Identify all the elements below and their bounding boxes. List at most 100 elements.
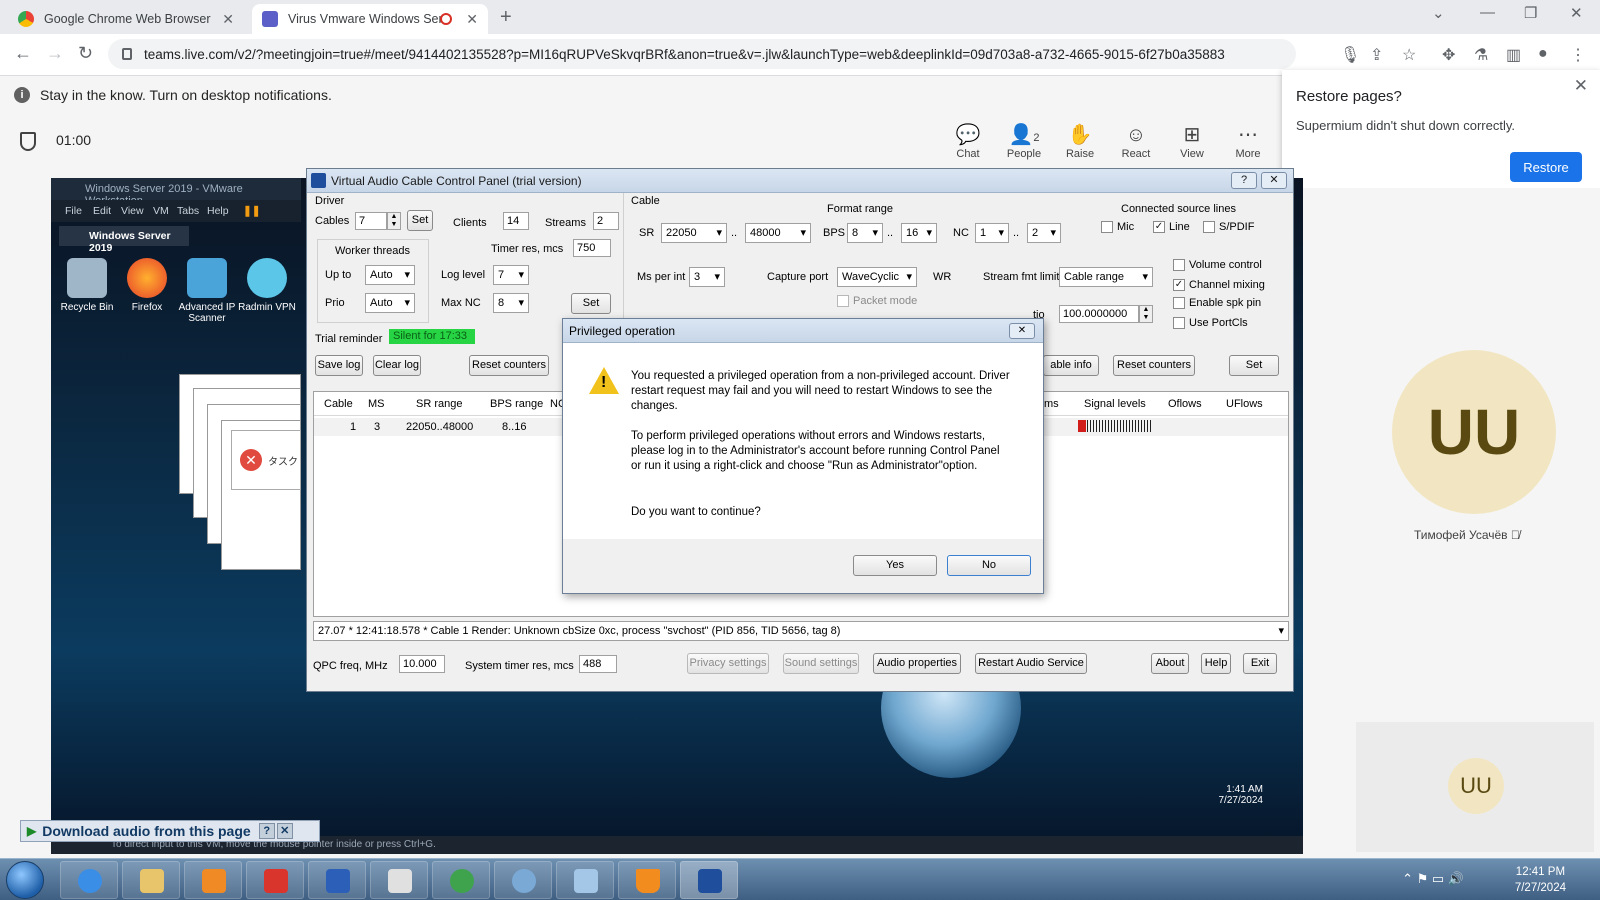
share-icon[interactable]: ⇪ [1370,45,1383,65]
capture-port-select[interactable]: WaveCyclic [837,267,917,287]
people-button[interactable]: 👤2 People [998,122,1050,160]
side-panel-icon[interactable]: ▥ [1506,45,1521,65]
nc-max-select[interactable]: 2 [1027,223,1061,243]
chat-button[interactable]: 💬 Chat [942,122,994,160]
start-button[interactable] [6,861,44,899]
host-clock[interactable]: 12:41 PM 7/27/2024 [1515,864,1566,896]
bookmark-star-icon[interactable]: ☆ [1402,45,1416,65]
log-line-select[interactable]: 27.07 * 12:41:18.578 * Cable 1 Render: U… [313,621,1289,641]
audio-properties-button[interactable]: Audio properties [873,653,961,674]
taskbar-app-box[interactable] [370,861,428,899]
taskbar-explorer[interactable] [122,861,180,899]
reload-icon[interactable]: ↻ [78,43,93,64]
col-oflows[interactable]: Oflows [1168,398,1202,410]
taskbar-ie[interactable] [60,861,118,899]
system-tray[interactable]: ⌃ ⚑ ▭ 🔊 [1402,871,1464,887]
nc-min-select[interactable]: 1 [975,223,1009,243]
driver-set-button[interactable]: Set [571,293,611,314]
taskbar-app-globe[interactable] [432,861,490,899]
privacy-settings-button[interactable]: Privacy settings [687,653,769,674]
col-signal-levels[interactable]: Signal levels [1084,398,1146,410]
help-icon[interactable]: ? [1231,172,1257,189]
vm-tab[interactable]: Windows Server 2019 [59,226,189,254]
sr-min-select[interactable]: 22050 [661,223,727,243]
max-nc-select[interactable]: 8 [493,293,529,313]
cable-info-button[interactable]: able info [1043,355,1099,376]
close-tab-icon[interactable]: ✕ [222,11,234,28]
ms-per-int-select[interactable]: 3 [689,267,725,287]
react-button[interactable]: ☺ React [1110,122,1162,160]
taskbar-media[interactable] [184,861,242,899]
no-button[interactable]: No [947,555,1031,576]
address-bar[interactable]: teams.live.com/v2/?meetingjoin=true#/mee… [108,39,1296,69]
new-tab-button[interactable]: + [500,6,512,29]
profile-icon[interactable]: ● [1538,45,1548,63]
restart-audio-service-button[interactable]: Restart Audio Service [975,653,1087,674]
col-uflows[interactable]: UFlows [1226,398,1263,410]
stream-fmt-limit-select[interactable]: Cable range [1059,267,1153,287]
help-icon[interactable]: ? [258,823,275,839]
vm-menu-edit[interactable]: Edit [93,205,111,217]
maximize-button[interactable]: ❐ [1524,4,1537,22]
about-button[interactable]: About [1151,653,1189,674]
vm-menu-help[interactable]: Help [207,205,229,217]
taskbar-app-sphere[interactable] [494,861,552,899]
col-bps-range[interactable]: BPS range [490,398,543,410]
taskbar-app-blue[interactable] [308,861,366,899]
tab-teams-meeting[interactable]: Virus Vmware Windows Ser ✕ [252,4,488,34]
yes-button[interactable]: Yes [853,555,937,576]
sr-max-select[interactable]: 48000 [745,223,811,243]
col-cable[interactable]: Cable [324,398,353,410]
cables-spinner[interactable]: ▲ ▼ [387,212,401,230]
taskbar-vac[interactable] [680,861,738,899]
close-tab-icon[interactable]: ✕ [466,11,478,28]
use-portcls-checkbox[interactable] [1173,317,1185,329]
packet-mode-checkbox[interactable] [837,295,849,307]
minimize-button[interactable]: — [1480,4,1495,21]
close-icon[interactable]: ✕ [276,823,293,839]
enable-spk-pin-checkbox[interactable] [1173,297,1185,309]
taskbar-vlc[interactable] [618,861,676,899]
cable-set-button[interactable]: Set [1229,355,1279,376]
labs-icon[interactable]: ⚗ [1474,45,1488,65]
ratio-field[interactable]: 100.0000000 [1059,305,1139,323]
restore-button[interactable]: Restore [1510,152,1582,182]
clear-log-button[interactable]: Clear log [373,355,421,376]
prio-select[interactable]: Auto [365,293,415,313]
desktop-icon-advanced-ip-scanner[interactable]: Advanced IP Scanner [177,258,237,324]
taskbar-app-red[interactable] [246,861,304,899]
driver-reset-counters-button[interactable]: Reset counters [469,355,549,376]
help-button[interactable]: Help [1201,653,1231,674]
col-ms[interactable]: MS [368,398,385,410]
forward-icon[interactable]: → [46,43,64,64]
vm-menu-file[interactable]: File [65,205,82,217]
cables-field[interactable]: 7 [355,212,387,230]
log-level-select[interactable]: 7 [493,265,529,285]
desktop-icon-firefox[interactable]: Firefox [117,258,177,313]
ratio-spinner[interactable]: ▲ ▼ [1139,305,1153,323]
tab-google-chrome[interactable]: Google Chrome Web Browser ✕ [8,4,244,34]
bps-max-select[interactable]: 16 [901,223,937,243]
close-icon[interactable]: ✕ [1261,172,1287,189]
taskbar-app-network[interactable] [556,861,614,899]
cables-set-button[interactable]: Set [407,210,433,231]
vm-menu-tabs[interactable]: Tabs [177,205,199,217]
col-ms-2[interactable]: ms [1044,398,1059,410]
microphone-icon[interactable]: 🎙 [1340,45,1360,65]
volume-control-checkbox[interactable] [1173,259,1185,271]
extensions-icon[interactable]: ✥ [1442,45,1455,65]
col-sr-range[interactable]: SR range [416,398,462,410]
channel-mixing-checkbox[interactable]: ✓ [1173,279,1185,291]
close-icon[interactable]: ✕ [1009,323,1035,339]
back-icon[interactable]: ← [14,43,32,64]
vm-menu-view[interactable]: View [121,205,144,217]
line-checkbox[interactable]: ✓ [1153,221,1165,233]
close-window-button[interactable]: ✕ [1570,4,1583,22]
desktop-icon-radmin-vpn[interactable]: Radmin VPN [237,258,297,313]
save-log-button[interactable]: Save log [315,355,363,376]
vm-menu-vm[interactable]: VM [153,205,169,217]
bps-min-select[interactable]: 8 [847,223,883,243]
view-button[interactable]: ⊞ View [1166,122,1218,160]
close-icon[interactable]: ✕ [1574,76,1588,96]
menu-icon[interactable]: ⋮ [1570,45,1586,65]
